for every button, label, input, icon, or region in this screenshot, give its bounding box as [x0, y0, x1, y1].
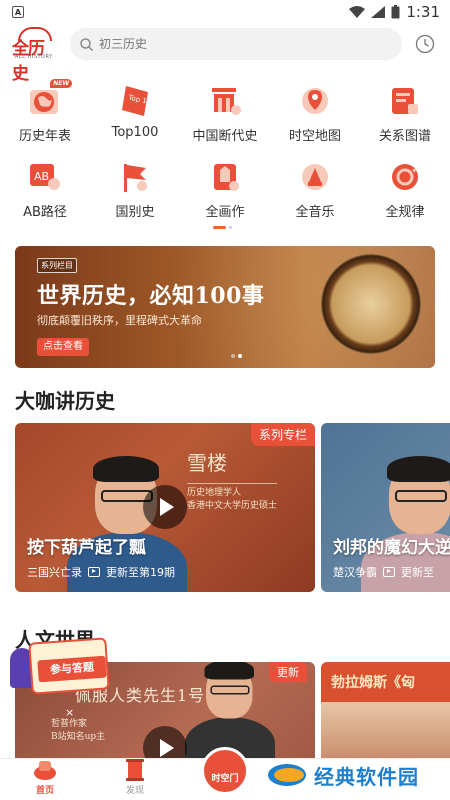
shortcut-label: 历史年表: [18, 129, 71, 144]
signal-icon: [371, 6, 386, 18]
time-portal-icon: 时空门: [201, 747, 249, 795]
banner-subtitle: 彻底颠覆旧秩序，里程碑式大革命: [37, 314, 202, 327]
ab-path-icon: AB: [28, 160, 62, 194]
lecture-title: 刘邦的魔幻大逆: [333, 538, 450, 558]
music-icon: [298, 160, 332, 194]
logo-subtext: ALL HISTORY: [15, 54, 53, 60]
app-header: 全历史 ALL HISTORY: [0, 24, 450, 83]
update-badge: 更新: [269, 662, 307, 682]
site-watermark: 经典软件园: [268, 750, 450, 800]
culture-card-role: 哲普作家 B站知名up主: [51, 719, 106, 742]
shortcut-top100[interactable]: Top 100 Top100: [90, 80, 180, 156]
banner-view-button[interactable]: 点击查看: [37, 338, 89, 356]
nav-home[interactable]: 首页: [0, 759, 90, 800]
update-status: 更新至: [401, 566, 434, 579]
map-icon: [298, 84, 332, 118]
shortcut-all-patterns[interactable]: 全规律: [360, 156, 450, 232]
culture-card-title: 勃拉姆斯《匈: [331, 675, 415, 691]
shortcut-page-indicator: [213, 226, 232, 229]
app-logo[interactable]: 全历史 ALL HISTORY: [12, 26, 58, 83]
battery-icon: [391, 5, 400, 19]
lecture-meta: 三国兴亡录 更新至第19期: [27, 564, 175, 580]
series-name: 三国兴亡录: [27, 566, 82, 579]
lecture-card[interactable]: 刘邦的魔幻大逆 楚汉争霸 更新至: [321, 423, 450, 592]
app-screen: A 1:31 全历史 ALL HISTORY NEW: [0, 0, 450, 800]
shortcut-ab-path[interactable]: AB AB路径: [0, 156, 90, 232]
shortcut-relationship-graph[interactable]: 关系图谱: [360, 80, 450, 156]
video-icon: [88, 567, 100, 577]
shortcut-all-paintings[interactable]: 全画作: [180, 156, 270, 232]
shortcut-all-music[interactable]: 全音乐: [270, 156, 360, 232]
banner-title: 世界历史，必知100事: [37, 283, 265, 309]
section-title-lectures: 大咖讲历史: [15, 389, 115, 413]
history-button[interactable]: [414, 33, 436, 55]
new-badge: NEW: [50, 79, 72, 88]
shortcut-label: 时空地图: [288, 129, 341, 144]
shortcut-grid: NEW 历史年表 Top 100 Top100 中国断代史 时空地图 关系图谱 …: [0, 79, 450, 232]
shortcut-label: 关系图谱: [378, 129, 431, 144]
shortcut-label: 国别史: [115, 205, 155, 220]
app-notification-icon: A: [12, 6, 24, 18]
banner-page-indicator: [231, 354, 242, 358]
clock-time: 1:31: [406, 3, 440, 21]
nav-time-portal[interactable]: 时空门: [180, 747, 270, 800]
promo-banner[interactable]: 系列栏目 世界历史，必知100事 彻底颠覆旧秩序，里程碑式大革命 点击查看: [15, 246, 435, 368]
play-icon[interactable]: [143, 726, 187, 762]
watermark-logo-icon: [268, 760, 308, 790]
shortcut-label: AB路径: [23, 205, 67, 220]
watermark-text: 经典软件园: [314, 764, 419, 789]
relationship-graph-icon: [388, 84, 422, 118]
status-bar: A 1:31: [0, 0, 450, 24]
lecture-title: 按下葫芦起了瓢: [27, 538, 146, 558]
play-icon[interactable]: [143, 485, 187, 529]
lecturer-name: 雪楼: [187, 451, 227, 475]
shortcut-label: 全音乐: [295, 205, 335, 220]
clock-history-icon: [415, 34, 435, 54]
search-bar[interactable]: [70, 28, 402, 60]
quiz-label: 参与答题: [37, 655, 107, 683]
shortcut-history-timeline[interactable]: NEW 历史年表: [0, 79, 90, 156]
wifi-icon: [349, 6, 366, 18]
country-flag-icon: [118, 160, 152, 194]
discover-scroll-icon: [123, 759, 147, 781]
lecture-card[interactable]: 雪楼 历史地理学人 香港中文大学历史硕士 系列专栏 按下葫芦起了瓢 三国兴亡录 …: [15, 423, 315, 592]
nav-discover[interactable]: 发现: [90, 759, 180, 800]
series-name: 楚汉争霸: [333, 566, 377, 579]
shortcut-country-history[interactable]: 国别史: [90, 156, 180, 232]
shortcut-label: 全规律: [385, 205, 425, 220]
series-badge: 系列专栏: [250, 423, 315, 446]
culture-card[interactable]: 勃拉姆斯《匈: [321, 662, 450, 762]
home-icon: [33, 759, 57, 781]
shortcut-chinese-dynasty[interactable]: 中国断代史: [180, 80, 270, 156]
update-status: 更新至第19期: [106, 566, 175, 579]
banner-tag: 系列栏目: [37, 258, 77, 273]
world-timeline-icon: NEW: [28, 79, 72, 118]
shortcut-spacetime-map[interactable]: 时空地图: [270, 80, 360, 156]
shortcut-label: 全画作: [205, 205, 245, 220]
pattern-icon: [388, 160, 422, 194]
chinese-dynasty-icon: [208, 84, 242, 118]
ab-path-icon-text: AB: [34, 170, 49, 183]
compass-illustration: [321, 254, 421, 354]
search-input[interactable]: [99, 37, 359, 51]
quiz-floating-button[interactable]: 参与答题: [10, 637, 110, 702]
video-icon: [383, 567, 395, 577]
lecture-meta: 楚汉争霸 更新至: [333, 564, 434, 580]
top100-icon: Top 100: [118, 84, 156, 118]
painting-icon: [208, 160, 242, 194]
shortcut-label: Top100: [111, 125, 159, 140]
search-icon: [80, 37, 93, 51]
lecturer-role: 历史地理学人 香港中文大学历史硕士: [187, 483, 278, 513]
shortcut-label: 中国断代史: [192, 129, 258, 144]
